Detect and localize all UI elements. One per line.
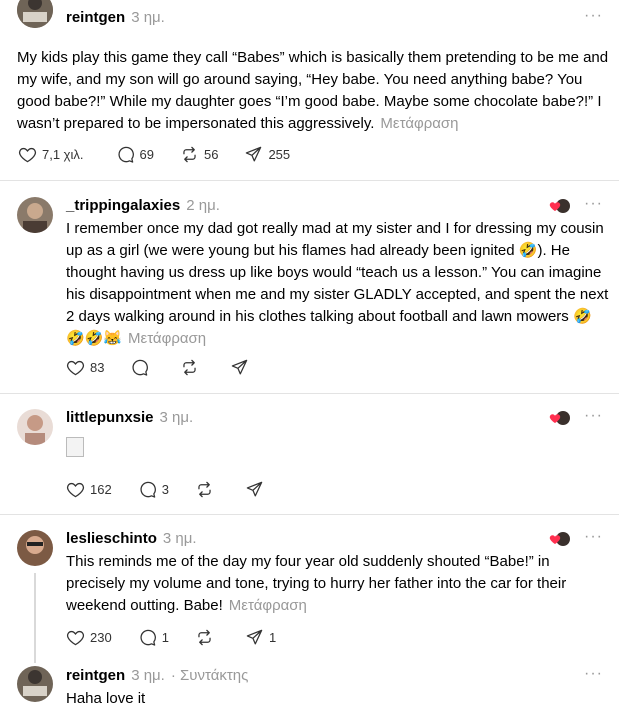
heart-icon [66, 482, 85, 498]
post-body: I remember once my dad got really mad at… [66, 220, 609, 325]
post-header: littlepunxsie 3 ημ. [66, 409, 193, 426]
post-body: My kids play this game they call “Babes”… [17, 49, 609, 132]
repost-button[interactable]: 56 [180, 145, 218, 164]
repost-button[interactable] [180, 358, 204, 377]
translate-link[interactable]: Μετάφραση [229, 597, 307, 614]
share-button[interactable]: 1 [245, 628, 276, 647]
send-icon [246, 629, 263, 645]
repost-icon [183, 359, 197, 376]
translate-link[interactable]: Μετάφραση [380, 115, 458, 132]
post-header: reintgen 3 ημ. · Συντάκτης [66, 667, 248, 684]
share-button[interactable]: 255 [244, 145, 290, 164]
send-icon [246, 146, 262, 162]
author-tag: · Συντάκτης [170, 667, 249, 684]
comment-icon [140, 629, 156, 646]
heart-icon [66, 360, 85, 376]
share-count: 255 [268, 147, 291, 162]
heart-icon [66, 630, 85, 646]
timestamp[interactable]: 3 ημ. [131, 667, 165, 684]
username[interactable]: littlepunxsie [66, 409, 154, 426]
post-header: _trippingalaxies 2 ημ. [66, 197, 220, 214]
post-text: I remember once my dad got really mad at… [66, 218, 612, 350]
comment-icon [140, 481, 156, 498]
avatar[interactable] [17, 530, 53, 566]
repost-icon [183, 146, 196, 163]
image-placeholder[interactable] [66, 437, 84, 457]
action-bar: 7,1 χιλ. 69 56 255 [18, 145, 316, 164]
repost-count: 56 [203, 147, 219, 162]
comment-icon [117, 146, 134, 163]
action-bar: 83 [66, 358, 280, 377]
share-button[interactable] [245, 480, 269, 499]
heart-icon [18, 147, 37, 163]
share-count: 1 [268, 630, 277, 645]
avatar[interactable] [17, 409, 53, 445]
timestamp[interactable]: 2 ημ. [186, 197, 220, 214]
like-count: 7,1 χιλ. [42, 147, 84, 162]
more-icon[interactable]: ··· [584, 195, 603, 213]
more-icon[interactable]: ··· [584, 407, 603, 425]
username[interactable]: _trippingalaxies [66, 197, 180, 214]
like-button[interactable]: 162 [66, 480, 112, 499]
post-text: Haha love it [66, 688, 586, 710]
avatar[interactable] [17, 666, 53, 702]
share-button[interactable] [230, 358, 254, 377]
emoji-line: 🤣🤣😹 [66, 330, 123, 347]
username[interactable]: reintgen [66, 667, 125, 684]
username[interactable]: leslieschinto [66, 530, 157, 547]
post-body: Haha love it [66, 690, 146, 707]
comment-count: 1 [161, 630, 169, 645]
post-body: This reminds me of the day my four year … [66, 553, 567, 614]
like-button[interactable]: 7,1 χιλ. [18, 145, 84, 164]
reply-post: littlepunxsie 3 ημ. ··· 162 3 [0, 394, 619, 514]
timestamp[interactable]: 3 ημ. [131, 9, 165, 26]
comment-count: 69 [139, 147, 154, 162]
timestamp[interactable]: 3 ημ. [160, 409, 194, 426]
send-icon [232, 359, 248, 375]
repost-icon [198, 481, 211, 498]
send-icon [246, 481, 263, 497]
liked-by-author-icon [549, 198, 571, 214]
like-count: 83 [90, 360, 105, 375]
repost-button[interactable] [195, 480, 219, 499]
post-header: leslieschinto 3 ημ. [66, 530, 197, 547]
liked-by-author-icon [549, 410, 571, 426]
action-bar: 162 3 [66, 480, 295, 499]
avatar[interactable] [17, 0, 53, 28]
comment-button[interactable] [130, 358, 154, 377]
thread-line [34, 573, 36, 663]
username[interactable]: reintgen [66, 9, 125, 26]
liked-by-author-icon [549, 531, 571, 547]
like-count: 230 [90, 630, 112, 645]
avatar[interactable] [17, 197, 53, 233]
translate-link[interactable]: Μετάφραση [128, 330, 206, 347]
like-count: 162 [90, 482, 112, 497]
timestamp[interactable]: 3 ημ. [163, 530, 197, 547]
post-text: This reminds me of the day my four year … [66, 551, 586, 617]
more-icon[interactable]: ··· [584, 528, 603, 546]
comment-button[interactable]: 1 [138, 628, 169, 647]
post-text: My kids play this game they call “Babes”… [17, 47, 613, 135]
comment-button[interactable]: 69 [116, 145, 154, 164]
reply-post: leslieschinto 3 ημ. ··· This reminds me … [0, 515, 619, 727]
action-bar: 230 1 1 [66, 628, 302, 647]
comment-button[interactable]: 3 [138, 480, 169, 499]
post-main: reintgen 3 ημ. ··· My kids play this gam… [0, 0, 619, 180]
reply-post: _trippingalaxies 2 ημ. ··· I remember on… [0, 181, 619, 393]
post-header: reintgen 3 ημ. [66, 9, 165, 26]
more-icon[interactable]: ··· [584, 7, 603, 25]
more-icon[interactable]: ··· [584, 665, 603, 683]
like-button[interactable]: 230 [66, 628, 112, 647]
comment-icon [132, 359, 149, 376]
repost-button[interactable] [195, 628, 219, 647]
like-button[interactable]: 83 [66, 358, 104, 377]
comment-count: 3 [161, 482, 169, 497]
repost-icon [198, 629, 211, 646]
